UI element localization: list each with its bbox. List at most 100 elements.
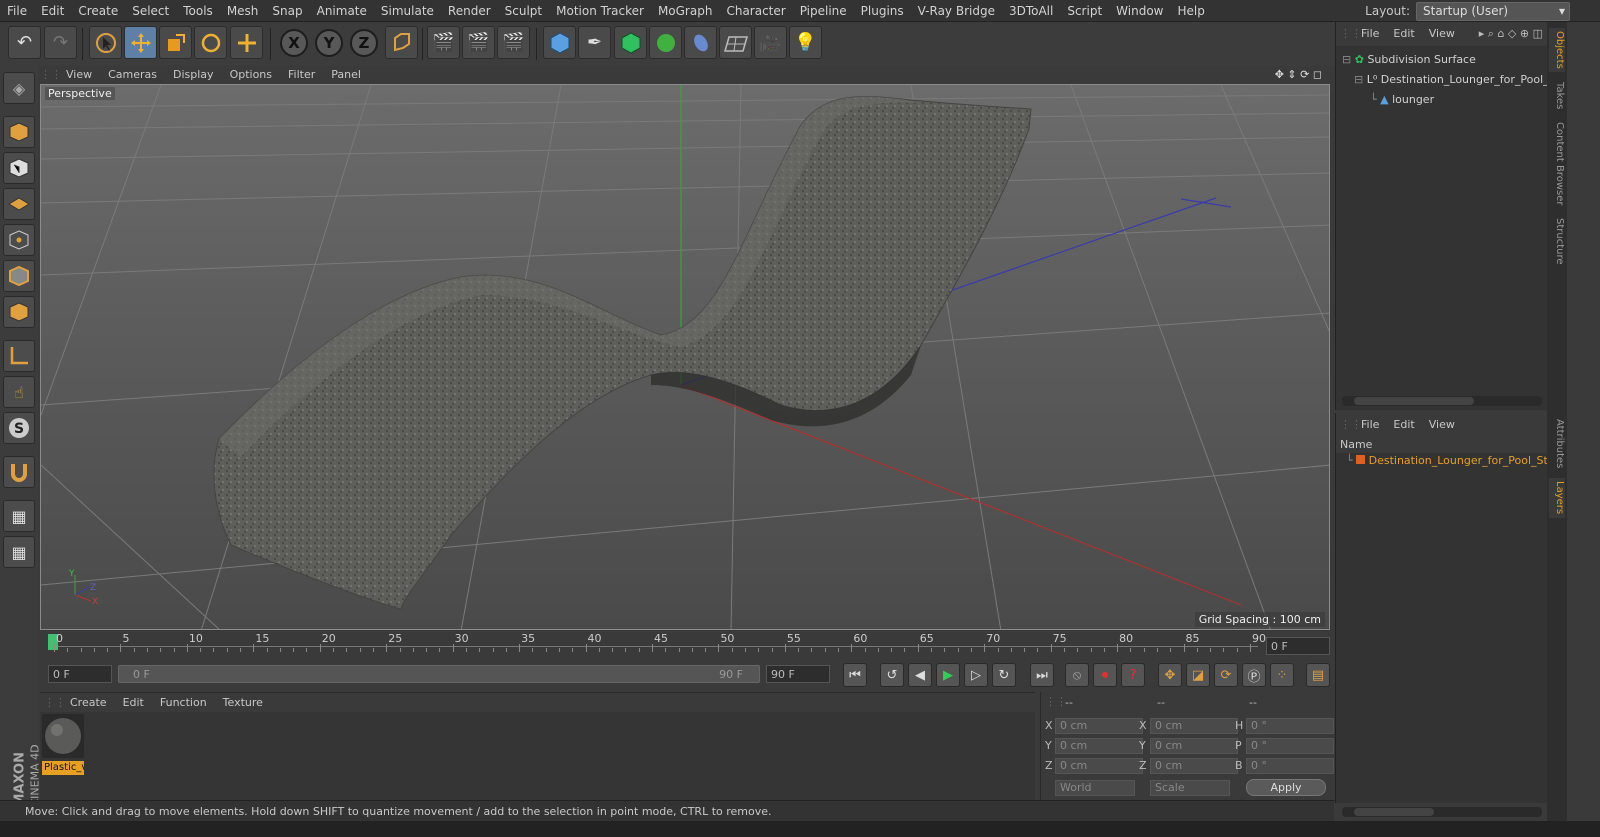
subdivision-surface-icon[interactable] xyxy=(614,26,647,59)
menu-vray-bridge[interactable]: V-Ray Bridge xyxy=(911,0,1002,22)
objects-toolbar-icons[interactable]: ▸ ⌕ ⌂ ◇ ⊕ ◫ xyxy=(1479,22,1543,46)
x-axis-lock-icon[interactable]: X xyxy=(280,29,308,57)
tree-item-lounger[interactable]: └ ▲ lounger xyxy=(1370,93,1434,106)
key-pla-icon[interactable]: ⁘ xyxy=(1270,663,1294,687)
locked-workplane-icon[interactable]: ▦ xyxy=(3,500,35,532)
menu-sculpt[interactable]: Sculpt xyxy=(498,0,549,22)
coord-mode-dropdown[interactable]: Scale xyxy=(1150,780,1230,796)
menu-render[interactable]: Render xyxy=(441,0,498,22)
next-frame-icon[interactable]: ▷ xyxy=(964,663,988,687)
points-mode-icon[interactable] xyxy=(3,224,35,256)
next-key-icon[interactable]: ↻ xyxy=(992,663,1016,687)
snap-magnet-icon[interactable] xyxy=(3,456,35,488)
viewport-menu-filter[interactable]: Filter xyxy=(280,66,323,84)
menu-mograph[interactable]: MoGraph xyxy=(651,0,720,22)
menu-plugins[interactable]: Plugins xyxy=(854,0,911,22)
make-editable-icon[interactable]: ◈ xyxy=(3,72,35,104)
material-swatch[interactable]: Plastic_v xyxy=(42,714,84,775)
render-settings-icon[interactable]: 🎬 xyxy=(497,26,530,59)
coord-rot-h-field[interactable]: 0 ° xyxy=(1246,718,1334,734)
layers-menu-file[interactable]: File xyxy=(1354,413,1386,437)
objects-menu-file[interactable]: File xyxy=(1354,22,1386,46)
snap-settings-icon[interactable]: S xyxy=(3,412,35,444)
menu-edit[interactable]: Edit xyxy=(34,0,71,22)
model-mode-icon[interactable] xyxy=(3,116,35,148)
previous-key-icon[interactable]: ↺ xyxy=(880,663,904,687)
y-axis-lock-icon[interactable]: Y xyxy=(315,29,343,57)
tab-takes[interactable]: Takes xyxy=(1549,78,1565,114)
menu-pipeline[interactable]: Pipeline xyxy=(793,0,854,22)
menu-help[interactable]: Help xyxy=(1170,0,1211,22)
pen-spline-icon[interactable]: ✒ xyxy=(578,26,611,59)
timeline-window-icon[interactable]: ▤ xyxy=(1306,663,1330,687)
coord-pos-y-field[interactable]: 0 cm xyxy=(1055,738,1143,754)
key-scale-icon[interactable]: ◪ xyxy=(1186,663,1210,687)
menu-script[interactable]: Script xyxy=(1060,0,1109,22)
texture-mode-icon[interactable] xyxy=(3,152,35,184)
autokey-icon[interactable]: ⏺ xyxy=(1093,663,1117,687)
polygons-mode-icon[interactable] xyxy=(3,296,35,328)
tree-item-subdivision-surface[interactable]: ⊟ ✿ Subdivision Surface xyxy=(1342,53,1476,66)
scale-icon[interactable] xyxy=(159,26,192,59)
coord-size-z-field[interactable]: 0 cm xyxy=(1150,758,1238,774)
layers-menu-edit[interactable]: Edit xyxy=(1386,413,1421,437)
rotate-icon[interactable] xyxy=(194,26,227,59)
current-frame-field[interactable]: 0 F xyxy=(1266,637,1330,655)
go-to-start-icon[interactable]: ⏮ xyxy=(843,663,867,687)
end-frame-field[interactable]: 90 F xyxy=(766,665,830,683)
coord-rot-p-field[interactable]: 0 ° xyxy=(1246,738,1334,754)
coordinate-system-icon[interactable] xyxy=(385,26,418,59)
key-rotation-icon[interactable]: ⟳ xyxy=(1214,663,1238,687)
coord-size-y-field[interactable]: 0 cm xyxy=(1150,738,1238,754)
viewport-perspective[interactable]: Y X Z Perspective Grid Spacing : 100 cm xyxy=(40,84,1330,630)
tab-layers[interactable]: Layers xyxy=(1549,478,1565,518)
menu-animate[interactable]: Animate xyxy=(310,0,374,22)
frame-range-slider[interactable]: 0 F 90 F xyxy=(118,665,760,683)
workplane-icon[interactable] xyxy=(3,188,35,220)
timeline-ruler[interactable]: 0 5 10 15 20 25 30 35 40 45 50 55 60 65 70 75 80 85 90 0 F xyxy=(40,632,1330,660)
menu-simulate[interactable]: Simulate xyxy=(374,0,441,22)
menu-motion-tracker[interactable]: Motion Tracker xyxy=(549,0,651,22)
edges-mode-icon[interactable] xyxy=(3,260,35,292)
deformer-icon[interactable] xyxy=(684,26,717,59)
keyframe-selection-icon[interactable]: ? xyxy=(1121,663,1145,687)
layers-hscrollbar[interactable] xyxy=(1342,807,1542,817)
tree-item-destination-lounger[interactable]: ⊟ L⁰ Destination_Lounger_for_Pool_S xyxy=(1354,73,1556,86)
menu-3dtoall[interactable]: 3DToAll xyxy=(1002,0,1060,22)
start-frame-field[interactable]: 0 F xyxy=(48,665,112,683)
menu-select[interactable]: Select xyxy=(125,0,176,22)
menu-create[interactable]: Create xyxy=(71,0,125,22)
viewport-menu-options[interactable]: Options xyxy=(222,66,280,84)
record-keys-icon[interactable]: ⦸ xyxy=(1065,663,1089,687)
floor-icon[interactable] xyxy=(719,26,752,59)
apply-button[interactable]: Apply xyxy=(1246,779,1326,796)
tab-attributes[interactable]: Attributes xyxy=(1549,416,1565,472)
menu-tools[interactable]: Tools xyxy=(176,0,220,22)
layers-menu-view[interactable]: View xyxy=(1422,413,1462,437)
tab-objects[interactable]: Objects xyxy=(1549,28,1565,72)
menu-mesh[interactable]: Mesh xyxy=(220,0,266,22)
go-to-end-icon[interactable]: ⏭ xyxy=(1030,663,1054,687)
transform-icon[interactable] xyxy=(230,26,263,59)
coord-size-x-field[interactable]: 0 cm xyxy=(1150,718,1238,734)
material-menu-function[interactable]: Function xyxy=(152,693,215,713)
menu-character[interactable]: Character xyxy=(719,0,792,22)
objects-menu-edit[interactable]: Edit xyxy=(1386,22,1421,46)
menu-snap[interactable]: Snap xyxy=(265,0,309,22)
undo-icon[interactable]: ↶ xyxy=(8,26,41,59)
coord-pos-x-field[interactable]: 0 cm xyxy=(1055,718,1143,734)
viewport-menu-display[interactable]: Display xyxy=(165,66,222,84)
redo-icon[interactable]: ↷ xyxy=(44,26,77,59)
material-menu-edit[interactable]: Edit xyxy=(115,693,152,713)
live-selection-icon[interactable] xyxy=(89,26,122,59)
play-icon[interactable]: ▶ xyxy=(936,663,960,687)
tab-content-browser[interactable]: Content Browser xyxy=(1549,120,1565,208)
light-icon[interactable]: 💡 xyxy=(789,26,822,59)
tweak-icon[interactable]: ☝ xyxy=(3,376,35,408)
viewport-menu-view[interactable]: View xyxy=(58,66,100,84)
previous-frame-icon[interactable]: ◀ xyxy=(908,663,932,687)
viewport-nav-icons[interactable]: ✥ ⇕ ⟳ ◻ xyxy=(1275,66,1322,84)
viewport-menu-panel[interactable]: Panel xyxy=(323,66,369,84)
material-menu-create[interactable]: Create xyxy=(62,693,115,713)
key-position-icon[interactable]: ✥ xyxy=(1158,663,1182,687)
